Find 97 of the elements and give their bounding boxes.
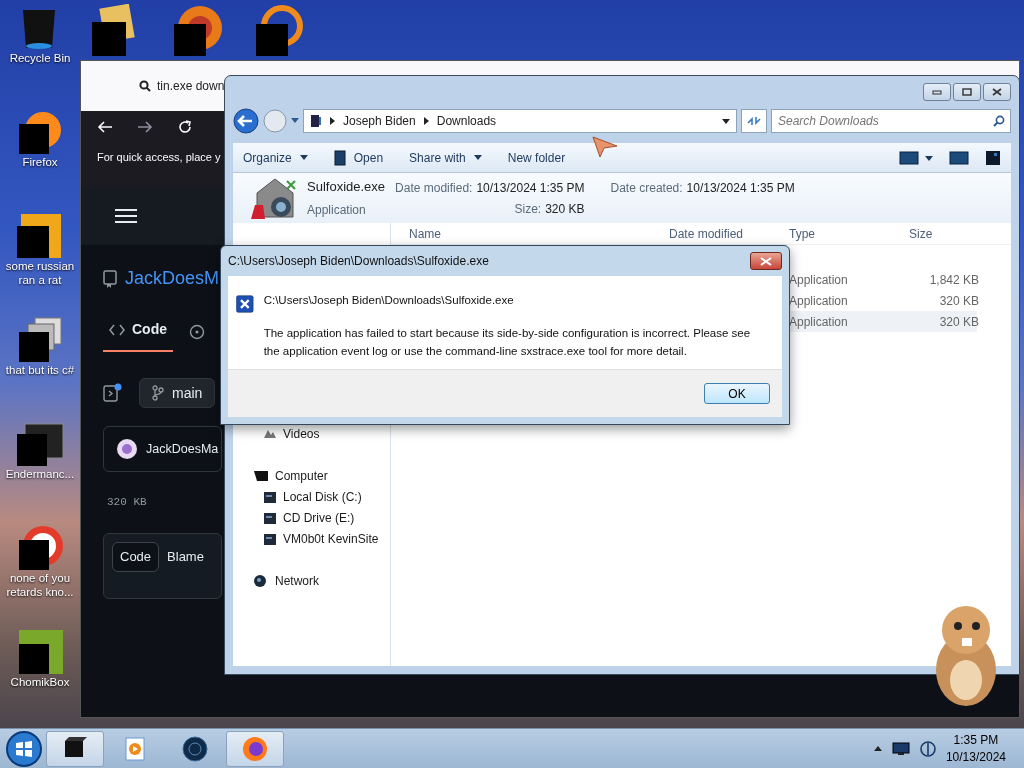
refresh-button[interactable] [741, 109, 767, 133]
property-label: Date modified: [395, 179, 473, 197]
file-size-cell-text: 1,842 KB [928, 271, 979, 289]
monitor-icon[interactable] [891, 741, 910, 756]
nav-item[interactable]: Local Disk (C:) [253, 486, 390, 507]
nav-item[interactable]: Videos [253, 423, 390, 444]
file-type: Application [307, 201, 367, 219]
sidebar-toggle-icon[interactable] [103, 383, 123, 403]
column-header[interactable]: Type [789, 224, 909, 243]
repo-link[interactable]: JackDoesM [125, 265, 220, 292]
forward-arrow-icon[interactable] [137, 120, 153, 134]
repo-icon [103, 269, 117, 288]
redacted-app-icon [15, 420, 65, 468]
app-icon [181, 734, 209, 763]
dialog-title: C:\Users\Joseph Biden\Downloads\Sulfoxide.exe [228, 253, 489, 270]
column-header[interactable]: Date modified [669, 224, 789, 243]
caret-icon [473, 155, 482, 160]
caret-icon [299, 155, 308, 160]
show-hidden-icons-icon[interactable] [873, 746, 882, 751]
address-bar-text[interactable]: tin.exe down [157, 77, 225, 95]
nav-item[interactable]: CD Drive (E:) [253, 507, 390, 528]
close-button[interactable] [983, 83, 1011, 101]
file-type-cell-text: Application [789, 271, 849, 289]
app-icon [241, 734, 269, 763]
chevron-icon [330, 117, 335, 125]
desktop-shortcut[interactable]: none of you retards kno... [0, 524, 80, 628]
address-bar[interactable]: Joseph Biden Downloads [303, 109, 737, 133]
refresh-icon [747, 115, 761, 127]
file-size-cell-text: 320 KB [938, 313, 979, 331]
file-size: 320 KB [106, 495, 147, 510]
bookmarks-hint: For quick access, place y [97, 150, 221, 165]
taskbar-button[interactable] [46, 730, 104, 767]
column-header[interactable]: Size [909, 224, 979, 243]
desktop-shortcut[interactable]: some russian ran a rat [0, 212, 80, 316]
chevron-icon [423, 117, 429, 125]
view-toggle-tab[interactable]: Blame [159, 541, 212, 572]
property-value: 320 KB [545, 200, 585, 218]
minimize-icon [932, 89, 942, 95]
toolbar-button[interactable]: New folder [507, 148, 566, 167]
globe-icon [253, 573, 269, 588]
breadcrumb[interactable]: Downloads [436, 112, 497, 130]
desktop-shortcut[interactable]: that but its c# [0, 316, 80, 420]
breadcrumb[interactable]: Joseph Biden [343, 112, 416, 130]
desktop-shortcut[interactable]: Firefox [0, 108, 80, 212]
close-button[interactable] [750, 252, 782, 270]
caret-icon[interactable] [722, 118, 730, 124]
maximize-button[interactable] [953, 83, 981, 101]
ok-button[interactable]: OK [704, 383, 770, 404]
maximize-icon [962, 88, 972, 96]
minimize-button[interactable] [923, 83, 951, 101]
close-icon [992, 88, 1002, 96]
commit-author[interactable]: JackDoesMa [146, 439, 219, 459]
repo-tab[interactable]: Code [103, 319, 173, 352]
branch-button[interactable]: main [139, 378, 216, 408]
start-button-icon[interactable] [4, 728, 44, 768]
drive-icon [263, 510, 277, 525]
back-arrow-icon[interactable] [97, 120, 113, 134]
property-value: 10/13/2024 1:35 PM [686, 179, 795, 197]
clock-date[interactable]: 10/13/2024 [945, 748, 1006, 765]
cursor-icon [592, 136, 618, 158]
issues-icon[interactable] [189, 324, 205, 340]
nav-item[interactable]: Network [253, 570, 390, 591]
toolbar-button[interactable]: Open [333, 148, 384, 167]
view-options-icon[interactable] [899, 150, 933, 165]
drive-icon [263, 531, 277, 546]
branch-icon [152, 385, 164, 401]
nav-item[interactable]: VM0b0t KevinSite [253, 528, 390, 549]
toolbar-button[interactable]: Share with [409, 148, 482, 167]
nav-item[interactable]: Computer [253, 465, 390, 486]
preview-pane-icon[interactable] [949, 150, 969, 165]
file-type-cell-text: Application [789, 313, 849, 331]
desktop-shortcut[interactable]: Recycle Bin [0, 4, 80, 108]
search-field[interactable]: Search Downloads [771, 109, 1011, 133]
avatar-icon [116, 438, 138, 460]
close-icon [760, 256, 772, 266]
drive-icon [263, 489, 277, 504]
toolbar-button[interactable]: Organize [243, 148, 308, 167]
property-label: Size: [514, 200, 542, 218]
file-size-cell-text: 320 KB [938, 292, 979, 310]
network-icon[interactable] [919, 740, 936, 757]
search-icon [139, 80, 151, 92]
clock-time[interactable]: 1:35 PM [945, 732, 1006, 749]
reload-icon[interactable] [177, 119, 193, 135]
desktop-shortcut[interactable]: ChomikBox [0, 628, 80, 732]
error-message: The application has failed to start because its side-by-side configuration is incorrect. Please see the application event log or use the command-line sxstrace.exe tool for more detail. [263, 326, 752, 359]
back-button-icon[interactable] [233, 108, 259, 134]
error-path: C:\Users\Joseph Biden\Downloads\Sulfoxide.exe [263, 293, 515, 308]
view-toggle-tab[interactable]: Code [112, 541, 160, 572]
search-icon [993, 115, 1005, 127]
column-header[interactable]: Name [409, 224, 669, 243]
document-icon [333, 149, 346, 166]
file-name: Sulfoxide.exe [307, 178, 386, 197]
property-label: Date created: [610, 179, 683, 197]
code-icon [109, 323, 125, 336]
property-value: 10/13/2024 1:35 PM [476, 179, 585, 197]
file-type-cell-text: Application [789, 292, 849, 310]
menu-icon[interactable] [115, 208, 137, 224]
